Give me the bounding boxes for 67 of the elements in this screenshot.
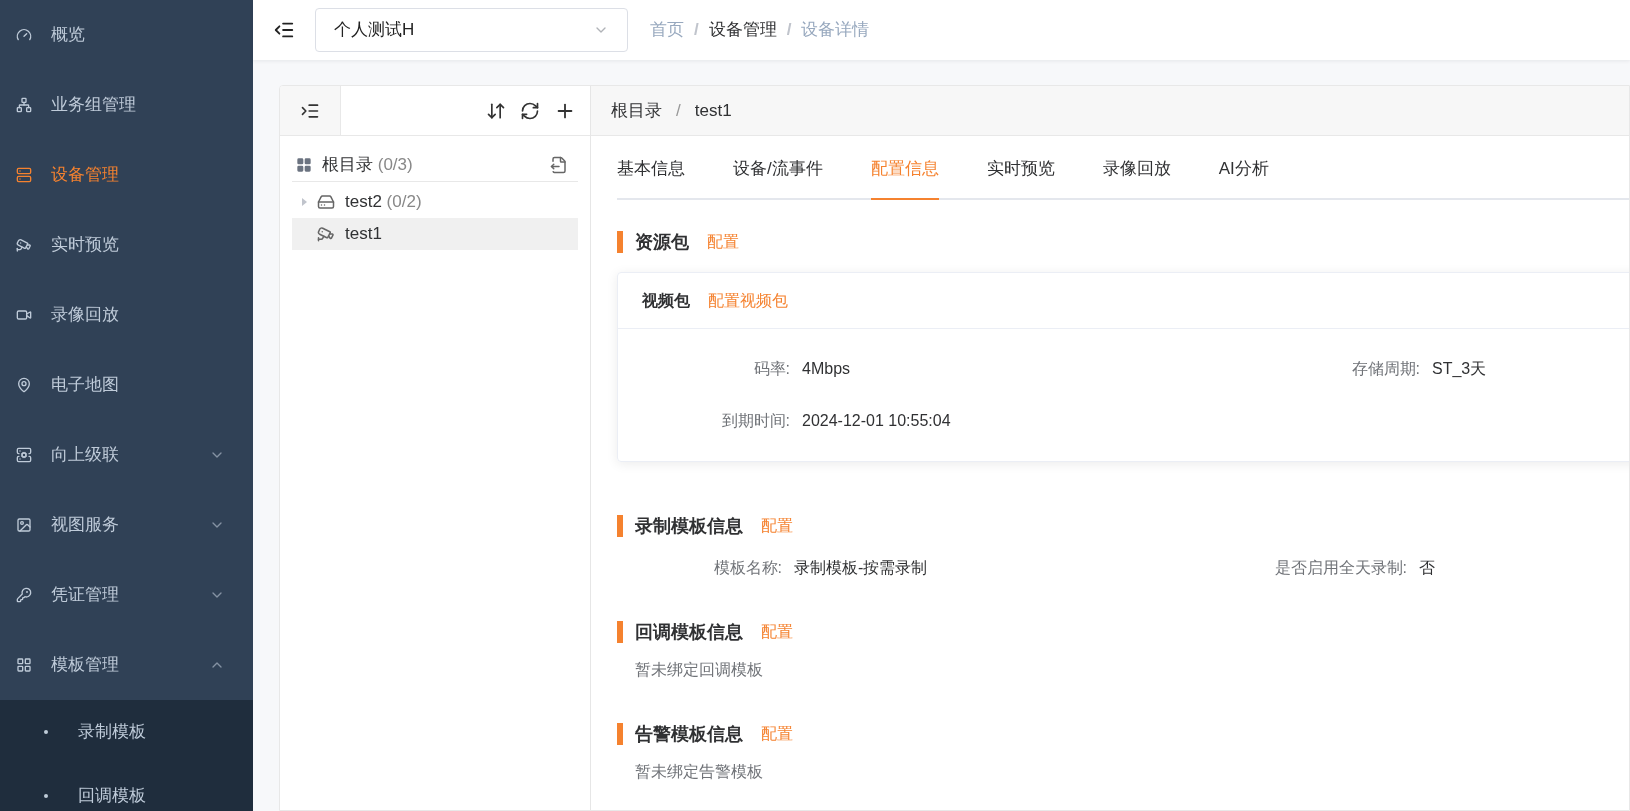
sidebar-item[interactable]: 业务组管理 bbox=[0, 70, 253, 140]
sidebar-item[interactable]: 录像回放 bbox=[0, 280, 253, 350]
field-value: 4Mbps bbox=[802, 359, 851, 379]
tab[interactable]: AI分析 bbox=[1218, 136, 1269, 200]
section-marker bbox=[617, 723, 623, 745]
breadcrumb-separator: / bbox=[694, 19, 699, 42]
field-label: 码率: bbox=[752, 359, 790, 379]
submenu-item[interactable]: 回调模板 bbox=[0, 764, 253, 811]
field-value: 录制模板-按需录制 bbox=[794, 558, 928, 578]
path-separator: / bbox=[676, 99, 681, 122]
menu-icon bbox=[16, 517, 32, 533]
field-label: 存储周期: bbox=[1350, 359, 1420, 379]
bullet-icon bbox=[44, 730, 48, 734]
menu-icon bbox=[16, 237, 32, 253]
empty-note: 暂未绑定回调模板 bbox=[634, 660, 764, 680]
empty-note: 暂未绑定告警模板 bbox=[634, 762, 764, 782]
project-select[interactable]: 个人测试H bbox=[315, 8, 628, 52]
menu-icon bbox=[16, 97, 32, 113]
tab[interactable]: 实时预览 bbox=[986, 136, 1055, 200]
field-value: 否 bbox=[1419, 558, 1435, 578]
recorder-icon bbox=[317, 193, 335, 211]
field-label: 是否启用全天录制: bbox=[1273, 558, 1407, 578]
tab[interactable]: 设备/流事件 bbox=[733, 136, 823, 200]
submenu-item[interactable]: 录制模板 bbox=[0, 700, 253, 764]
section-title: 告警模板信息 bbox=[635, 722, 743, 746]
menu-icon bbox=[16, 377, 32, 393]
grid-icon bbox=[296, 156, 312, 173]
field-value: 2024-12-01 10:55:04 bbox=[802, 411, 951, 431]
sidebar-item[interactable]: 实时预览 bbox=[0, 210, 253, 280]
breadcrumb-item[interactable]: 设备管理 bbox=[708, 17, 777, 43]
field-value: ST_3天 bbox=[1432, 359, 1487, 379]
menu-icon bbox=[16, 307, 32, 323]
field-label: 模板名称: bbox=[712, 558, 782, 578]
section-title: 录制模板信息 bbox=[635, 514, 743, 538]
menu-icon bbox=[16, 587, 32, 603]
card-title: 视频包 bbox=[642, 290, 690, 311]
path-item: 根目录 bbox=[611, 99, 662, 122]
section-marker bbox=[617, 231, 623, 253]
menu-icon bbox=[16, 657, 32, 673]
sidebar-item[interactable]: 设备管理 bbox=[0, 140, 253, 210]
tree-node-label: test2 (0/2) bbox=[345, 191, 422, 214]
tree-node[interactable]: test2 (0/2) bbox=[292, 186, 578, 218]
field-label: 到期时间: bbox=[720, 411, 790, 431]
menu-icon bbox=[16, 27, 32, 43]
tab[interactable]: 录像回放 bbox=[1102, 136, 1171, 200]
section-marker bbox=[617, 515, 623, 537]
sidebar-item[interactable]: 凭证管理 bbox=[0, 560, 253, 630]
tab[interactable]: 基本信息 bbox=[617, 136, 685, 200]
section-title: 回调模板信息 bbox=[635, 620, 743, 644]
path-item: test1 bbox=[694, 99, 732, 122]
sidebar-item[interactable]: 概览 bbox=[0, 0, 253, 70]
section-marker bbox=[617, 621, 623, 643]
breadcrumb-separator: / bbox=[786, 19, 792, 42]
sidebar-item[interactable]: 向上级联 bbox=[0, 420, 253, 490]
sidebar-item[interactable]: 视图服务 bbox=[0, 490, 253, 560]
export-icon[interactable] bbox=[550, 155, 568, 174]
tree-node-label: test1 bbox=[345, 223, 382, 246]
bullet-icon bbox=[44, 794, 48, 798]
tree-root-label[interactable]: 根目录 (0/3) bbox=[322, 151, 413, 178]
refresh-icon[interactable] bbox=[520, 100, 540, 121]
section-title: 资源包 bbox=[635, 230, 689, 254]
menu-icon bbox=[16, 447, 32, 463]
sidebar-item[interactable]: 模板管理 bbox=[0, 630, 253, 700]
camera-icon bbox=[317, 225, 335, 243]
menu-icon bbox=[16, 167, 32, 183]
sidebar-item[interactable]: 电子地图 bbox=[0, 350, 253, 420]
tree-node[interactable]: test1 bbox=[292, 218, 578, 250]
